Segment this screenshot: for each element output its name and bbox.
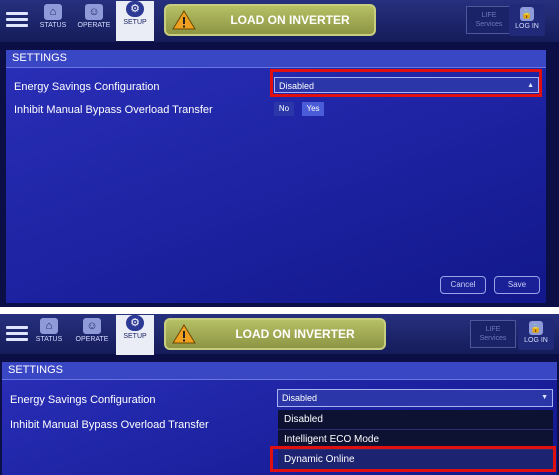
hamburger-icon <box>6 326 28 329</box>
warning-icon <box>172 10 196 30</box>
nav-operate[interactable]: ☺ OPERATE <box>75 4 113 36</box>
option-disabled[interactable]: Disabled <box>278 410 553 430</box>
save-button[interactable]: Save <box>494 276 540 294</box>
alarm-banner[interactable]: LOAD ON INVERTER <box>164 4 376 36</box>
inhibit-bypass-label: Inhibit Manual Bypass Overload Transfer <box>10 419 209 431</box>
gear-icon: ⚙ <box>126 1 144 17</box>
top-bar: ⌂ STATUS ☺ OPERATE ⚙ SETUP LOAD ON INVER… <box>0 314 559 355</box>
nav-status[interactable]: ⌂ STATUS <box>30 318 68 350</box>
lock-icon: 🔒 <box>529 321 543 335</box>
hamburger-icon <box>6 12 28 15</box>
home-icon: ⌂ <box>44 4 62 20</box>
home-icon: ⌂ <box>40 318 58 334</box>
nav-setup[interactable]: ⚙ SETUP <box>116 1 154 41</box>
warning-icon <box>172 324 196 344</box>
life-services-button[interactable]: LIFE Services <box>470 320 516 348</box>
settings-header: SETTINGS <box>2 362 557 380</box>
alarm-text: LOAD ON INVERTER <box>235 327 355 341</box>
login-button[interactable]: 🔒 LOG IN <box>509 4 545 36</box>
inhibit-yes-button[interactable]: Yes <box>302 102 324 116</box>
menu-button[interactable] <box>6 9 28 31</box>
operator-icon: ☺ <box>83 318 101 334</box>
inhibit-no-button[interactable]: No <box>274 102 294 116</box>
screenshot-top: ⌂ STATUS ☺ OPERATE ⚙ SETUP LOAD ON INVER… <box>0 0 559 307</box>
nav-setup[interactable]: ⚙ SETUP <box>116 315 154 355</box>
alarm-text: LOAD ON INVERTER <box>230 13 350 27</box>
settings-header: SETTINGS <box>6 50 546 68</box>
energy-savings-label: Energy Savings Configuration <box>14 81 160 93</box>
highlight-box-dropdown <box>270 69 542 97</box>
alarm-banner[interactable]: LOAD ON INVERTER <box>164 318 386 350</box>
operator-icon: ☺ <box>85 4 103 20</box>
screenshot-bottom: ⌂ STATUS ☺ OPERATE ⚙ SETUP LOAD ON INVER… <box>0 314 559 475</box>
cancel-button[interactable]: Cancel <box>440 276 486 294</box>
energy-savings-dropdown[interactable]: Disabled ▼ <box>277 389 553 407</box>
top-bar: ⌂ STATUS ☺ OPERATE ⚙ SETUP LOAD ON INVER… <box>0 0 559 42</box>
menu-button[interactable] <box>6 323 28 345</box>
gear-icon: ⚙ <box>126 315 144 331</box>
nav-status[interactable]: ⌂ STATUS <box>34 4 72 36</box>
lock-icon: 🔒 <box>520 7 534 21</box>
nav-operate[interactable]: ☺ OPERATE <box>73 318 111 350</box>
inhibit-bypass-label: Inhibit Manual Bypass Overload Transfer <box>14 104 213 116</box>
highlight-box-dynamic-online <box>270 446 556 472</box>
login-button[interactable]: 🔒 LOG IN <box>518 318 554 350</box>
life-services-button[interactable]: LIFE Services <box>466 6 512 34</box>
caret-down-icon: ▼ <box>541 394 548 401</box>
energy-savings-label: Energy Savings Configuration <box>10 394 156 406</box>
